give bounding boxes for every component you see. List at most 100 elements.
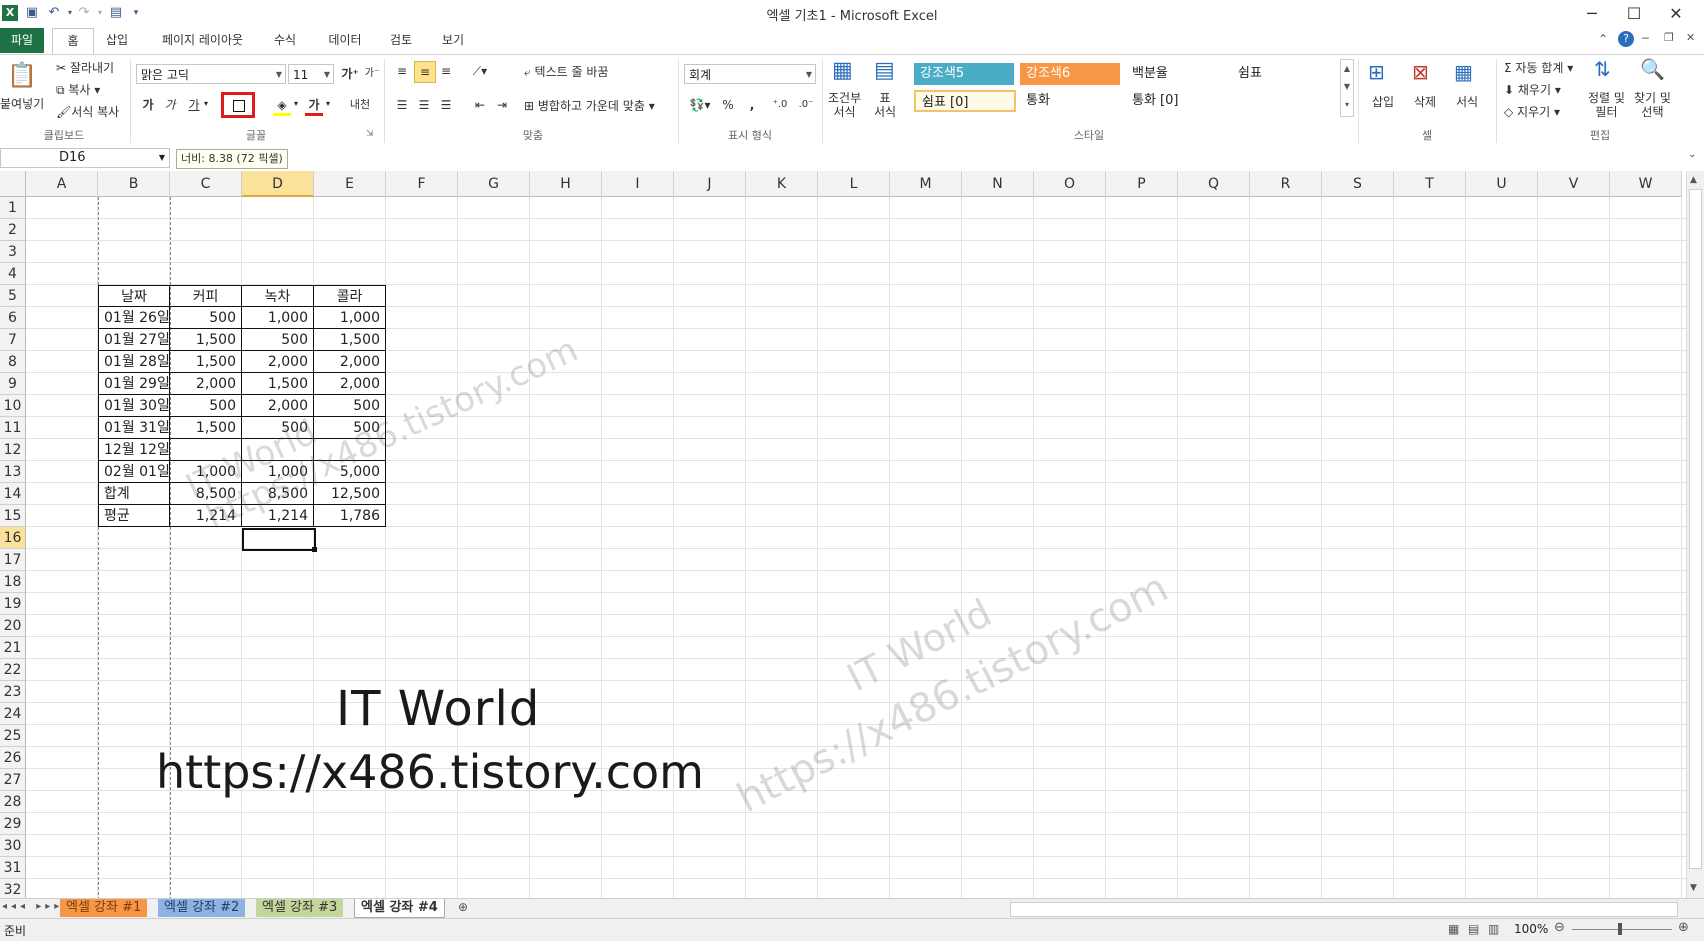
increase-decimal-icon[interactable]: ⁺.0 <box>770 95 790 115</box>
align-bottom-icon[interactable]: ≡ <box>436 61 456 81</box>
style-comma0[interactable]: 쉼표 [0] <box>914 90 1016 112</box>
row-header[interactable]: 10 <box>0 395 26 417</box>
page-break-view-icon[interactable]: ▥ <box>1488 922 1499 936</box>
zoom-slider[interactable] <box>1572 929 1672 930</box>
format-cells-icon[interactable]: ▦ <box>1454 57 1484 87</box>
conditional-format-button[interactable]: 조건부 서식 <box>828 91 861 119</box>
row-header[interactable]: 4 <box>0 263 26 285</box>
column-header[interactable]: C <box>170 171 242 197</box>
align-right-icon[interactable]: ☰ <box>436 95 456 115</box>
tab-insert[interactable]: 삽입 <box>100 28 134 53</box>
table-cell[interactable]: 1,500 <box>314 329 386 351</box>
table-cell[interactable]: 2,000 <box>314 351 386 373</box>
wrap-text-button[interactable]: ⤶ 텍스트 줄 바꿈 <box>524 63 608 80</box>
row-header[interactable]: 20 <box>0 615 26 637</box>
orientation-icon[interactable]: ⟋▾ <box>470 61 490 81</box>
help-icon[interactable]: ? <box>1618 31 1634 47</box>
column-header[interactable]: E <box>314 171 386 197</box>
table-cell[interactable]: 커피 <box>170 285 242 307</box>
close-button[interactable]: ✕ <box>1656 2 1696 26</box>
horizontal-scrollbar[interactable] <box>1010 902 1678 917</box>
scroll-thumb[interactable] <box>1689 189 1702 869</box>
row-header[interactable]: 9 <box>0 373 26 395</box>
wb-restore-icon[interactable]: ❐ <box>1664 31 1674 44</box>
style-currency[interactable]: 통화 <box>1020 90 1120 112</box>
chevron-down-icon[interactable]: ▾ <box>204 99 208 108</box>
scroll-down-icon[interactable]: ▼ <box>1690 883 1697 893</box>
wb-close-icon[interactable]: ✕ <box>1686 31 1695 44</box>
row-header[interactable]: 25 <box>0 725 26 747</box>
row-header[interactable]: 26 <box>0 747 26 769</box>
style-percent[interactable]: 백분율 <box>1126 63 1226 85</box>
zoom-out-icon[interactable]: ⊖ <box>1554 920 1565 935</box>
tab-page-layout[interactable]: 페이지 레이아웃 <box>150 28 255 53</box>
zoom-in-icon[interactable]: ⊕ <box>1678 920 1689 935</box>
zoom-level[interactable]: 100% <box>1514 922 1548 936</box>
table-cell[interactable]: 1,500 <box>170 329 242 351</box>
table-cell[interactable]: 1,500 <box>242 373 314 395</box>
column-header[interactable]: L <box>818 171 890 197</box>
table-cell[interactable]: 합계 <box>98 483 170 505</box>
table-cell[interactable]: 01월 28일 <box>98 351 170 373</box>
row-header[interactable]: 28 <box>0 791 26 813</box>
row-header[interactable]: 6 <box>0 307 26 329</box>
find-select-button[interactable]: 찾기 및 선택 <box>1634 91 1671 119</box>
grow-font-icon[interactable]: 가⁺ <box>340 64 360 84</box>
table-cell[interactable]: 1,786 <box>314 505 386 527</box>
clear-button[interactable]: ◇ 지우기 ▾ <box>1504 103 1560 120</box>
row-header[interactable]: 2 <box>0 219 26 241</box>
worksheet-grid[interactable]: ABCDEFGHIJKLMNOPQRSTUVW 1 2 3 4 5 6 7 8 9 10 11 12 1… <box>0 171 1686 900</box>
table-cell[interactable]: 1,000 <box>242 307 314 329</box>
table-cell[interactable]: 녹차 <box>242 285 314 307</box>
table-cell[interactable]: 01월 30일 <box>98 395 170 417</box>
style-accent5[interactable]: 강조색5 <box>914 63 1014 85</box>
increase-indent-icon[interactable]: ⇥ <box>492 95 512 115</box>
column-header[interactable]: M <box>890 171 962 197</box>
sort-filter-icon[interactable]: ⇅ <box>1594 57 1611 81</box>
chevron-down-icon[interactable]: ▾ <box>294 99 298 108</box>
column-header[interactable]: G <box>458 171 530 197</box>
column-header[interactable]: F <box>386 171 458 197</box>
select-all-corner[interactable] <box>0 171 26 197</box>
tab-file[interactable]: 파일 <box>0 28 44 53</box>
sheet-nav-icon[interactable]: ◂◂◂ ▸▸▸ <box>2 901 63 912</box>
delete-cells-icon[interactable]: ⊠ <box>1412 57 1442 87</box>
row-header[interactable]: 21 <box>0 637 26 659</box>
column-header[interactable]: A <box>26 171 98 197</box>
merge-center-button[interactable]: ⊞ 병합하고 가운데 맞춤 ▾ <box>524 97 655 114</box>
format-cells-button[interactable]: 서식 <box>1456 93 1478 110</box>
row-header[interactable]: 8 <box>0 351 26 373</box>
decrease-decimal-icon[interactable]: .0⁻ <box>796 95 816 115</box>
normal-view-icon[interactable]: ▦ <box>1448 922 1459 936</box>
insert-cells-icon[interactable]: ⊞ <box>1368 57 1398 87</box>
row-header[interactable]: 23 <box>0 681 26 703</box>
page-layout-view-icon[interactable]: ▤ <box>1468 922 1479 936</box>
column-header[interactable]: P <box>1106 171 1178 197</box>
row-header[interactable]: 3 <box>0 241 26 263</box>
sheet-tab-active[interactable]: 엑셀 강좌 #4 <box>354 899 445 918</box>
find-select-icon[interactable]: 🔍 <box>1640 57 1665 81</box>
table-cell[interactable]: 01월 27일 <box>98 329 170 351</box>
tab-data[interactable]: 데이터 <box>322 28 368 53</box>
row-header[interactable]: 24 <box>0 703 26 725</box>
row-header[interactable]: 19 <box>0 593 26 615</box>
delete-cells-button[interactable]: 삭제 <box>1414 93 1436 110</box>
active-cell-outline[interactable] <box>242 528 316 551</box>
row-header[interactable]: 32 <box>0 879 26 900</box>
align-center-icon[interactable]: ☰ <box>414 95 434 115</box>
row-header[interactable]: 22 <box>0 659 26 681</box>
number-format-select[interactable]: 회계 ▼ <box>684 64 816 84</box>
fill-color-icon[interactable]: ◈ <box>272 95 292 115</box>
row-header[interactable]: 17 <box>0 549 26 571</box>
underline-button[interactable]: 가 <box>184 95 204 115</box>
column-header[interactable]: N <box>962 171 1034 197</box>
table-cell[interactable]: 2,000 <box>170 373 242 395</box>
copy-button[interactable]: ⧉ 복사 ▾ <box>56 81 100 98</box>
sheet-tab[interactable]: 엑셀 강좌 #3 <box>256 899 344 917</box>
column-header[interactable]: I <box>602 171 674 197</box>
table-cell[interactable]: 2,000 <box>242 351 314 373</box>
table-cell[interactable]: 02월 01일 <box>98 461 170 483</box>
font-dialog-launcher-icon[interactable]: ⇲ <box>366 129 374 139</box>
row-header[interactable]: 18 <box>0 571 26 593</box>
format-table-icon[interactable]: ▤ <box>874 57 904 85</box>
